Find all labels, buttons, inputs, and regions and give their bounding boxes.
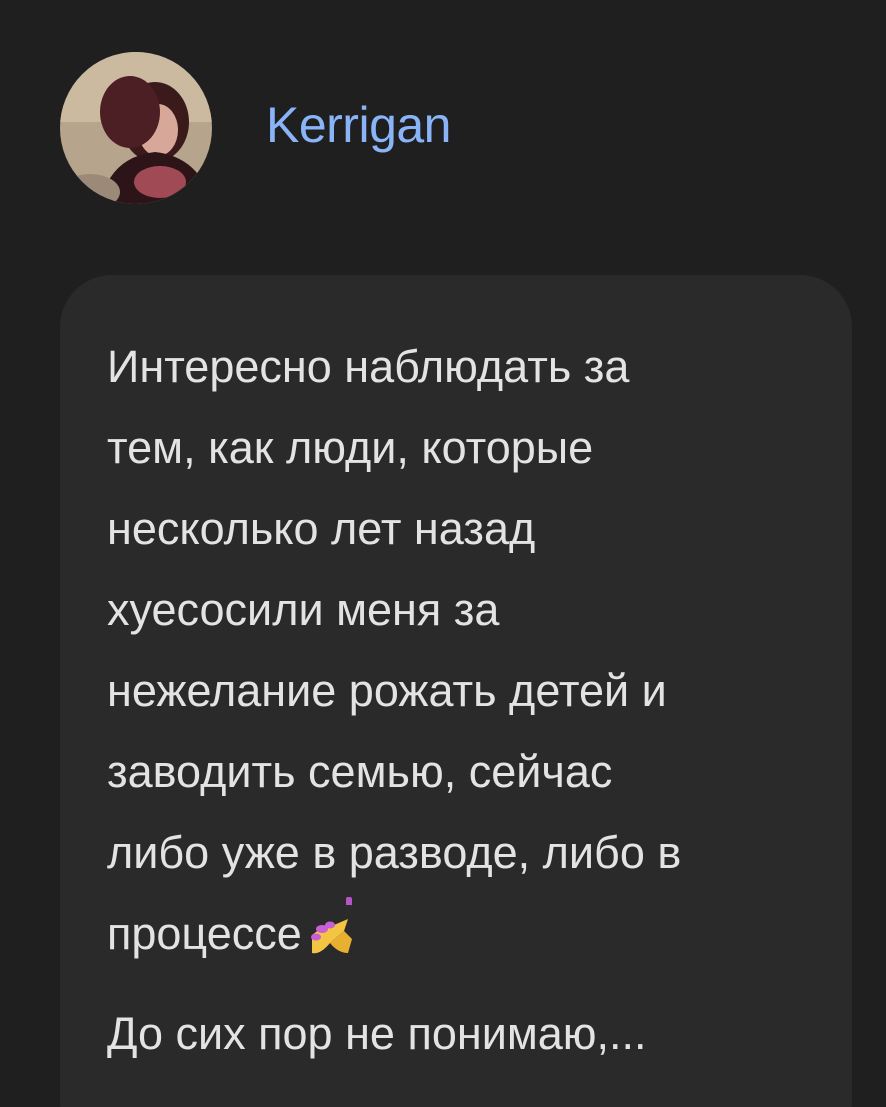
nail-polish-icon — [308, 895, 364, 957]
message-text: Интересно наблюдать за тем, как люди, ко… — [107, 326, 807, 974]
message-truncated-line[interactable]: До сих пор не понимаю,... — [107, 993, 807, 1074]
message-line: процессе — [107, 908, 302, 959]
message-line: либо уже в разводе, либо в — [107, 827, 682, 878]
message-line: заводить семью, сейчас — [107, 746, 613, 797]
message-line: Интересно наблюдать за — [107, 341, 630, 392]
message-line: нежелание рожать детей и — [107, 665, 667, 716]
user-avatar[interactable] — [60, 52, 212, 204]
message-line: тем, как люди, которые — [107, 422, 594, 473]
username-link[interactable]: Kerrigan — [266, 100, 452, 150]
post-header: Kerrigan — [60, 52, 452, 204]
message-line: хуесосили меня за — [107, 584, 500, 635]
message-line: несколько лет назад — [107, 503, 536, 554]
avatar-photo-icon — [60, 52, 212, 204]
